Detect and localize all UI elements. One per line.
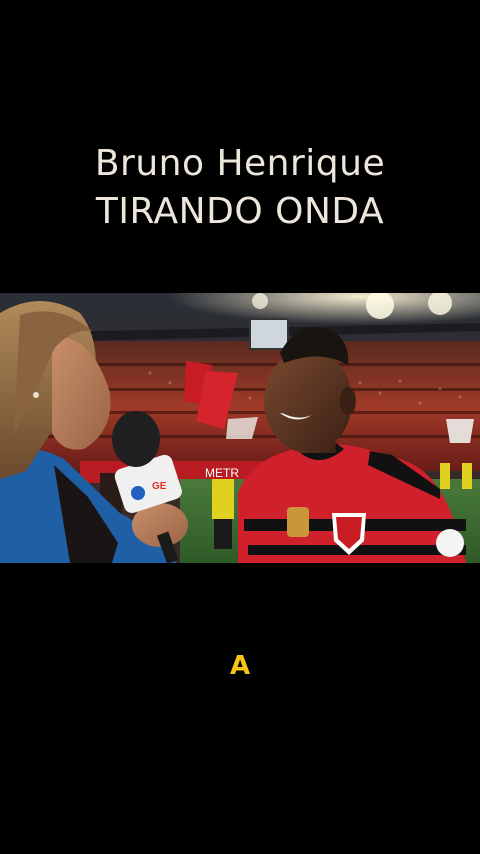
title-line-2: TIRANDO ONDA: [95, 191, 385, 232]
caption-text: A: [229, 651, 251, 681]
video-frame[interactable]: METR GE: [0, 293, 480, 563]
title-line-1: Bruno Henrique: [94, 143, 386, 184]
interview-scene: METR GE: [0, 293, 480, 563]
video-title: Bruno Henrique TIRANDO ONDA: [0, 140, 480, 236]
scoreboard-text: METR: [205, 466, 239, 480]
microphone-label: GE: [152, 481, 167, 492]
